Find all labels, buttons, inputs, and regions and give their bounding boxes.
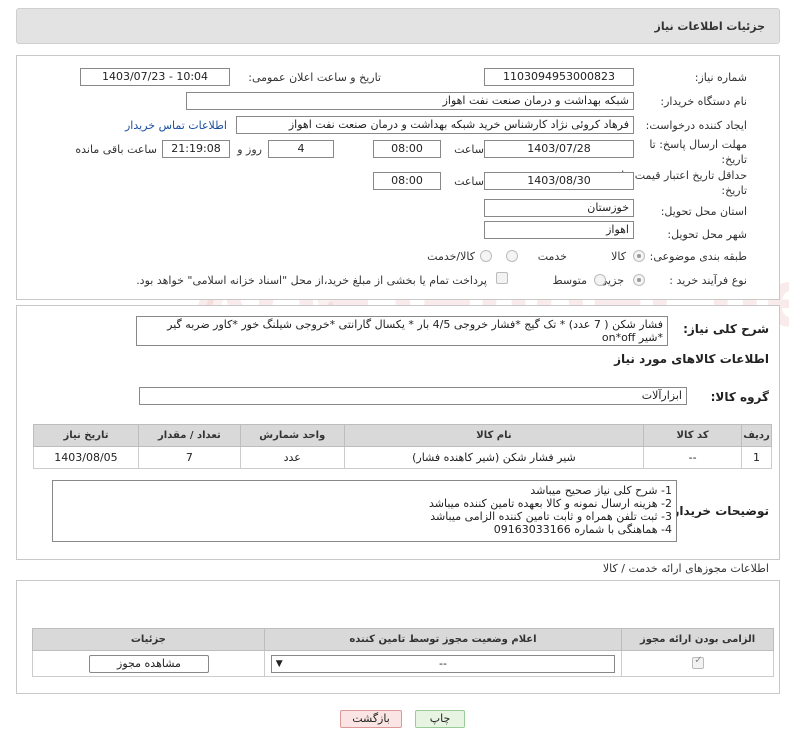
process-radio-medium[interactable] — [594, 274, 606, 286]
back-button[interactable]: بازگشت — [340, 710, 402, 728]
col-qty: تعداد / مقدار — [137, 424, 241, 447]
buyer-label: نام دستگاه خریدار: — [660, 95, 747, 108]
permits-section-title: اطلاعات مجوزهای ارائه خدمت / کالا — [602, 562, 769, 575]
deadline-time-label: ساعت — [454, 143, 484, 156]
buyer-note-line: 4- هماهنگی با شماره 09163033166 — [493, 523, 672, 536]
cell-code: -- — [643, 446, 743, 469]
category-option-goods: کالا — [611, 250, 626, 263]
validity-label: حداقل تاریخ اعتبار قیمت: تا — [621, 169, 747, 182]
cell-unit: عدد — [239, 446, 345, 469]
description-textarea: فشار شکن ( 7 عدد) * تک گیج *فشار خروجی 4… — [136, 316, 668, 346]
creator-field: فرهاد کروئی نژاد کارشناس خرید شبکه بهداش… — [236, 116, 634, 134]
col-unit: واحد شمارش — [239, 424, 345, 447]
category-option-service: خدمت — [537, 250, 567, 263]
remaining-label: ساعت باقی مانده — [75, 143, 157, 156]
validity-time-field: 08:00 — [373, 172, 441, 190]
province-label: استان محل تحویل: — [660, 205, 747, 218]
chevron-down-icon: ▼ — [275, 658, 283, 669]
category-radio-goods[interactable] — [633, 250, 645, 262]
category-option-goods-service: کالا/خدمت — [427, 250, 475, 263]
cell-qty: 7 — [137, 446, 241, 469]
goods-table: ردیف کد کالا نام کالا واحد شمارش تعداد /… — [33, 424, 772, 469]
remaining-time-field: 21:19:08 — [162, 140, 230, 158]
cell-name: شیر فشار شکن (شیر کاهنده فشار) — [343, 446, 645, 469]
days-label: روز و — [237, 143, 262, 156]
buyer-notes-label: توضیحات خریدار: — [667, 504, 769, 518]
days-field: 4 — [268, 140, 334, 158]
process-radio-minor[interactable] — [633, 274, 645, 286]
goods-group-field: ابزارآلات — [139, 387, 687, 405]
col-permit-required: الزامی بودن ارائه مجوز — [621, 628, 774, 651]
permits-table: الزامی بودن ارائه مجوز اعلام وضعیت مجوز … — [32, 628, 774, 677]
announce-label: تاریخ و ساعت اعلان عمومی: — [248, 71, 381, 84]
table-row: -- ▼ مشاهده مجوز — [32, 650, 774, 677]
permit-status-select[interactable]: -- ▼ — [270, 654, 616, 673]
goods-section-title: اطلاعات کالاهای مورد نیاز — [614, 352, 769, 366]
deadline-label-2: تاریخ: — [721, 153, 747, 166]
city-field: اهواز — [484, 221, 634, 239]
category-radio-service[interactable] — [506, 250, 518, 262]
cell-date: 1403/08/05 — [33, 446, 139, 469]
col-row: ردیف — [741, 424, 772, 447]
table-row: 1 -- شیر فشار شکن (شیر کاهنده فشار) عدد … — [33, 446, 772, 469]
buyer-note-line: 1- شرح کلی نیاز صحیح میباشد — [530, 484, 672, 497]
city-label: شهر محل تحویل: — [667, 228, 747, 241]
deadline-time-field: 08:00 — [373, 140, 441, 158]
validity-time-label: ساعت — [454, 175, 484, 188]
col-name: نام کالا — [343, 424, 645, 447]
buyer-note-line: 3- ثبت تلفن همراه و ثابت تامین کننده الز… — [430, 510, 672, 523]
col-permit-details: جزئیات — [32, 628, 265, 651]
need-number-label: شماره نیاز: — [694, 71, 747, 84]
validity-label-2: تاریخ: — [721, 184, 747, 197]
page-header: جزئیات اطلاعات نیاز — [16, 8, 780, 44]
permit-required-checkbox[interactable] — [692, 655, 705, 669]
treasury-payment-checkbox[interactable] — [496, 272, 508, 284]
page-title: جزئیات اطلاعات نیاز — [654, 20, 766, 33]
province-field: خوزستان — [484, 199, 634, 217]
validity-date-field: 1403/08/30 — [484, 172, 634, 190]
cell-row: 1 — [741, 446, 772, 469]
need-number-field: 1103094953000823 — [484, 68, 634, 86]
payment-note: پرداخت تمام یا بخشی از مبلغ خرید،از محل … — [136, 274, 487, 287]
deadline-label: مهلت ارسال پاسخ: تا — [649, 138, 747, 151]
buyer-notes-textarea: 1- شرح کلی نیاز صحیح میباشد 2- هزینه ارس… — [52, 480, 677, 542]
category-label: طبقه بندی موضوعی: — [649, 250, 747, 263]
col-code: کد کالا — [643, 424, 743, 447]
announce-field: 1403/07/23 - 10:04 — [80, 68, 230, 86]
process-option-medium: متوسط — [552, 274, 587, 287]
permit-status-value: -- — [438, 656, 447, 670]
deadline-date-field: 1403/07/28 — [484, 140, 634, 158]
col-date: تاریخ نیاز — [33, 424, 139, 447]
col-permit-status: اعلام وضعیت مجوز توسط تامین کننده — [263, 628, 623, 651]
buyer-note-line: 2- هزینه ارسال نمونه و کالا بعهده تامین … — [428, 497, 672, 510]
category-radio-goods-service[interactable] — [480, 250, 492, 262]
buyer-contact-link[interactable]: اطلاعات تماس خریدار — [125, 119, 227, 132]
buyer-field: شبکه بهداشت و درمان صنعت نفت اهواز — [186, 92, 634, 110]
view-permit-button[interactable]: مشاهده مجوز — [89, 655, 209, 673]
creator-label: ایجاد کننده درخواست: — [645, 119, 747, 132]
process-label: نوع فرآیند خرید : — [669, 274, 747, 287]
print-button[interactable]: چاپ — [415, 710, 465, 728]
goods-group-label: گروه کالا: — [710, 390, 769, 404]
description-label: شرح کلی نیاز: — [683, 322, 769, 336]
